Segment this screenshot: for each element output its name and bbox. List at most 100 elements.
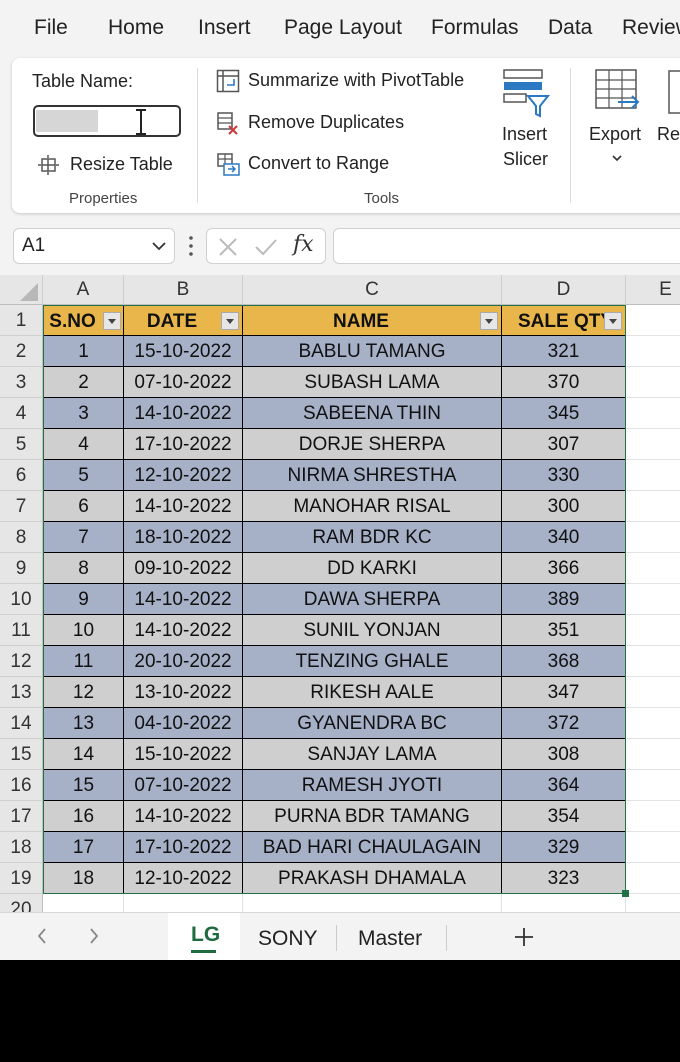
row-header-16[interactable]: 16 bbox=[0, 770, 43, 801]
empty-cell[interactable] bbox=[626, 739, 680, 770]
table-cell[interactable]: 13-10-2022 bbox=[124, 677, 243, 708]
sheet-tab-lg[interactable]: LG bbox=[168, 913, 240, 960]
table-cell[interactable]: RIKESH AALE bbox=[243, 677, 502, 708]
resize-table-button[interactable]: Resize Table bbox=[38, 153, 188, 179]
table-cell[interactable]: TENZING GHALE bbox=[243, 646, 502, 677]
table-cell[interactable]: 330 bbox=[502, 460, 626, 491]
table-cell[interactable]: 2 bbox=[43, 367, 124, 398]
empty-cell[interactable] bbox=[626, 677, 680, 708]
table-resize-handle[interactable] bbox=[622, 890, 629, 897]
filter-dropdown-icon[interactable] bbox=[103, 312, 121, 330]
table-cell[interactable]: 07-10-2022 bbox=[124, 770, 243, 801]
filter-dropdown-icon[interactable] bbox=[221, 312, 239, 330]
empty-cell[interactable] bbox=[626, 491, 680, 522]
table-cell[interactable]: 6 bbox=[43, 491, 124, 522]
table-header-cell[interactable]: S.NO bbox=[43, 305, 124, 336]
table-cell[interactable]: 8 bbox=[43, 553, 124, 584]
table-cell[interactable]: 12-10-2022 bbox=[124, 460, 243, 491]
table-cell[interactable]: 04-10-2022 bbox=[124, 708, 243, 739]
column-header-a[interactable]: A bbox=[43, 275, 124, 305]
table-cell[interactable]: SUNIL YONJAN bbox=[243, 615, 502, 646]
summarize-pivottable-button[interactable]: Summarize with PivotTable bbox=[216, 68, 486, 96]
table-name-input[interactable] bbox=[33, 105, 181, 137]
table-cell[interactable]: 15-10-2022 bbox=[124, 336, 243, 367]
table-cell[interactable]: 15 bbox=[43, 770, 124, 801]
table-cell[interactable]: 18-10-2022 bbox=[124, 522, 243, 553]
table-cell[interactable]: 321 bbox=[502, 336, 626, 367]
menu-formulas[interactable]: Formulas bbox=[431, 16, 519, 40]
table-cell[interactable]: 14-10-2022 bbox=[124, 491, 243, 522]
row-header-15[interactable]: 15 bbox=[0, 739, 43, 770]
menu-review[interactable]: Review bbox=[622, 16, 680, 40]
table-cell[interactable]: SUBASH LAMA bbox=[243, 367, 502, 398]
empty-cell[interactable] bbox=[626, 522, 680, 553]
empty-cell[interactable] bbox=[626, 305, 680, 336]
row-header-11[interactable]: 11 bbox=[0, 615, 43, 646]
row-header-19[interactable]: 19 bbox=[0, 863, 43, 894]
column-header-d[interactable]: D bbox=[502, 275, 626, 305]
row-header-2[interactable]: 2 bbox=[0, 336, 43, 367]
table-cell[interactable]: SANJAY LAMA bbox=[243, 739, 502, 770]
empty-cell[interactable] bbox=[626, 801, 680, 832]
table-cell[interactable]: SABEENA THIN bbox=[243, 398, 502, 429]
chevron-right-icon[interactable] bbox=[88, 927, 100, 945]
insert-function-button[interactable]: fx bbox=[293, 232, 314, 257]
table-cell[interactable]: 347 bbox=[502, 677, 626, 708]
menu-data[interactable]: Data bbox=[548, 16, 592, 40]
table-cell[interactable]: 368 bbox=[502, 646, 626, 677]
table-cell[interactable]: 323 bbox=[502, 863, 626, 894]
table-cell[interactable]: RAM BDR KC bbox=[243, 522, 502, 553]
table-header-cell[interactable]: NAME bbox=[243, 305, 502, 336]
table-cell[interactable]: 14-10-2022 bbox=[124, 584, 243, 615]
convert-to-range-button[interactable]: Convert to Range bbox=[216, 151, 436, 179]
row-header-10[interactable]: 10 bbox=[0, 584, 43, 615]
empty-cell[interactable] bbox=[626, 398, 680, 429]
table-cell[interactable]: 17-10-2022 bbox=[124, 429, 243, 460]
name-box[interactable]: A1 bbox=[13, 228, 175, 264]
row-header-4[interactable]: 4 bbox=[0, 398, 43, 429]
export-button[interactable]: Export bbox=[586, 66, 650, 176]
table-cell[interactable]: 12-10-2022 bbox=[124, 863, 243, 894]
table-cell[interactable]: PRAKASH DHAMALA bbox=[243, 863, 502, 894]
empty-cell[interactable] bbox=[626, 553, 680, 584]
table-cell[interactable]: 16 bbox=[43, 801, 124, 832]
row-header-13[interactable]: 13 bbox=[0, 677, 43, 708]
table-cell[interactable]: GYANENDRA BC bbox=[243, 708, 502, 739]
table-cell[interactable]: 364 bbox=[502, 770, 626, 801]
empty-cell[interactable] bbox=[626, 646, 680, 677]
table-cell[interactable]: MANOHAR RISAL bbox=[243, 491, 502, 522]
table-cell[interactable]: BAD HARI CHAULAGAIN bbox=[243, 832, 502, 863]
add-sheet-icon[interactable] bbox=[514, 927, 534, 947]
table-cell[interactable]: RAMESH JYOTI bbox=[243, 770, 502, 801]
select-all-corner[interactable] bbox=[0, 275, 43, 305]
table-cell[interactable]: 07-10-2022 bbox=[124, 367, 243, 398]
empty-cell[interactable] bbox=[626, 336, 680, 367]
table-cell[interactable]: 3 bbox=[43, 398, 124, 429]
table-cell[interactable]: 09-10-2022 bbox=[124, 553, 243, 584]
chevron-left-icon[interactable] bbox=[36, 927, 48, 945]
table-cell[interactable]: PURNA BDR TAMANG bbox=[243, 801, 502, 832]
table-cell[interactable]: 389 bbox=[502, 584, 626, 615]
sheet-tab-sony[interactable]: SONY bbox=[258, 927, 318, 951]
table-cell[interactable]: NIRMA SHRESTHA bbox=[243, 460, 502, 491]
table-cell[interactable]: 4 bbox=[43, 429, 124, 460]
row-header-17[interactable]: 17 bbox=[0, 801, 43, 832]
table-cell[interactable]: 372 bbox=[502, 708, 626, 739]
table-cell[interactable]: 370 bbox=[502, 367, 626, 398]
column-header-c[interactable]: C bbox=[243, 275, 502, 305]
menu-home[interactable]: Home bbox=[108, 16, 164, 40]
enter-check-icon[interactable] bbox=[253, 236, 279, 258]
table-cell[interactable]: 5 bbox=[43, 460, 124, 491]
empty-cell[interactable] bbox=[626, 615, 680, 646]
more-options-icon[interactable] bbox=[188, 234, 194, 258]
row-header-6[interactable]: 6 bbox=[0, 460, 43, 491]
empty-cell[interactable] bbox=[626, 770, 680, 801]
empty-cell[interactable] bbox=[626, 460, 680, 491]
table-cell[interactable]: 1 bbox=[43, 336, 124, 367]
row-header-3[interactable]: 3 bbox=[0, 367, 43, 398]
empty-cell[interactable] bbox=[626, 832, 680, 863]
row-header-12[interactable]: 12 bbox=[0, 646, 43, 677]
sheet-tab-master[interactable]: Master bbox=[358, 927, 422, 951]
table-cell[interactable]: 14-10-2022 bbox=[124, 801, 243, 832]
table-cell[interactable]: 20-10-2022 bbox=[124, 646, 243, 677]
